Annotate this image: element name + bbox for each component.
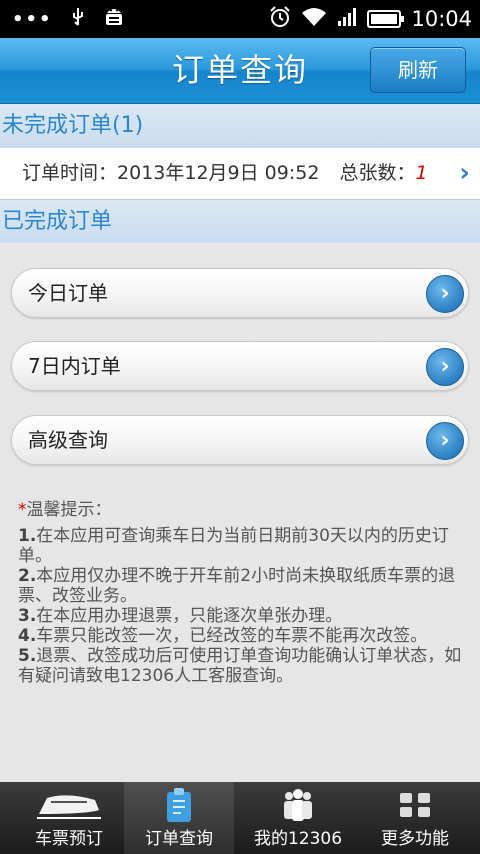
- tab-label: 更多功能: [381, 829, 449, 849]
- arrow-right-icon: ›: [426, 422, 464, 460]
- alarm-icon: [269, 5, 291, 33]
- incomplete-order-row[interactable]: 订单时间：2013年12月9日 09:52 总张数：1 ›: [0, 148, 480, 199]
- tip-item: 5.退票、改签成功后可使用订单查询功能确认订单状态，如有疑问请致电12306人工…: [18, 646, 462, 686]
- tip-item: 4.车票只能改签一次，已经改签的车票不能再次改签。: [18, 626, 428, 646]
- android-debug-icon: [103, 6, 125, 32]
- signal-icon: [337, 7, 357, 32]
- bottom-tab-bar: 车票预订 订单查询 我的12306 更多功能: [0, 782, 480, 854]
- more-icon: [360, 782, 470, 828]
- usb-icon: [71, 7, 85, 31]
- today-orders-label: 今日订单: [28, 281, 108, 305]
- tab-label: 订单查询: [145, 829, 213, 849]
- order-time-label: 订单时间：: [22, 162, 118, 184]
- tip-item: 3.在本应用办理退票，只能逐次单张办理。: [18, 606, 343, 626]
- battery-icon: [367, 10, 405, 28]
- train-icon: [14, 782, 124, 828]
- tab-ticket-booking[interactable]: 车票预订: [14, 782, 124, 854]
- arrow-right-icon: ›: [426, 275, 464, 313]
- people-icon: [240, 782, 356, 828]
- tab-my-12306[interactable]: 我的12306: [240, 782, 356, 854]
- title-bar: 订单查询 刷新: [0, 38, 480, 104]
- advanced-query-label: 高级查询: [28, 428, 108, 452]
- incomplete-orders-header: 未完成订单(1): [0, 104, 480, 148]
- wifi-icon: [301, 7, 327, 32]
- tip-item: 1.在本应用可查询乘车日为当前日期前30天以内的历史订单。: [18, 526, 449, 566]
- tab-order-query[interactable]: 订单查询: [124, 782, 234, 854]
- clipboard-icon: [124, 782, 234, 828]
- refresh-button[interactable]: 刷新: [370, 47, 466, 93]
- ticket-count-value: 1: [415, 162, 428, 184]
- tab-label: 车票预订: [35, 829, 103, 849]
- today-orders-button[interactable]: 今日订单 ›: [11, 268, 469, 318]
- status-time: 10:04: [411, 7, 472, 31]
- advanced-query-button[interactable]: 高级查询 ›: [11, 415, 469, 465]
- asterisk-icon: *: [18, 500, 27, 520]
- status-bar: ••• 10:04: [0, 0, 480, 38]
- chevron-right-icon: ›: [459, 158, 470, 188]
- overflow-dots-icon: •••: [12, 8, 53, 30]
- order-time-value: 2013年12月9日 09:52: [117, 162, 320, 184]
- tips-panel: *温馨提示： 1.在本应用可查询乘车日为当前日期前30天以内的历史订单。 2.本…: [18, 500, 468, 686]
- week-orders-label: 7日内订单: [28, 354, 121, 378]
- completed-orders-header: 已完成订单: [0, 199, 480, 243]
- tip-item: 2.本应用仅办理不晚于开车前2小时尚未换取纸质车票的退票、改签业务。: [18, 566, 456, 606]
- week-orders-button[interactable]: 7日内订单 ›: [11, 341, 469, 391]
- tab-label: 我的12306: [253, 829, 343, 849]
- ticket-count-label: 总张数：: [339, 162, 416, 184]
- tab-more-functions[interactable]: 更多功能: [360, 782, 470, 854]
- tips-title: 温馨提示：: [26, 500, 112, 520]
- arrow-right-icon: ›: [426, 348, 464, 386]
